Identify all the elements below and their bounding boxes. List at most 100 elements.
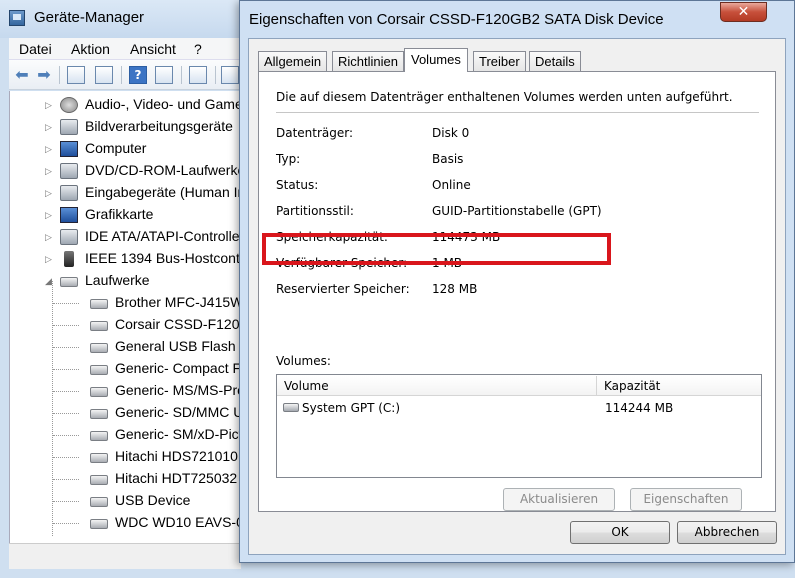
tree-item[interactable]: Generic- Compact Flash [10,358,241,380]
tree-item[interactable]: ▷ Eingabegeräte (Human Interface Devices) [10,182,241,204]
tree-expand-icon[interactable]: ▷ [45,165,55,177]
tree-item-label: DVD/CD-ROM-Laufwerke [85,162,241,178]
tree-item[interactable]: ▷ IEEE 1394 Bus-Hostcontroller [10,248,241,270]
tree-expand-icon[interactable]: ▷ [45,187,55,199]
close-button[interactable]: ✕ [720,2,767,22]
toolbar-separator [59,66,60,84]
tree-connector [53,413,79,414]
tree-item[interactable]: ▷ Bildverarbeitungsgeräte [10,116,241,138]
computer-icon [60,141,78,157]
tree-item[interactable]: Brother MFC-J415W [10,292,241,314]
tree-item-label: IDE ATA/ATAPI-Controller [85,228,241,244]
dialog-client: Allgemein Richtlinien Volumes Treiber De… [248,38,786,555]
menu-help[interactable]: ? [194,41,202,57]
toolbar-separator [215,66,216,84]
label-status: Status: [276,178,319,192]
value-datentraeger: Disk 0 [432,126,470,140]
refresh-button[interactable]: Aktualisieren [503,488,615,511]
tree-item-label: Generic- SD/MMC USB [115,404,241,420]
disk-drive-icon [90,497,108,507]
disk-drive-icon [60,277,78,287]
scan-icon[interactable] [95,66,113,84]
tree-item-label: Audio-, Video- und Gamecontroller [85,96,241,112]
tree-expand-icon[interactable]: ▷ [45,143,55,155]
tree-item[interactable]: Generic- SD/MMC USB [10,402,241,424]
tab-allgemein[interactable]: Allgemein [258,51,328,71]
ok-button[interactable]: OK [570,521,670,544]
tree-connector [53,501,79,502]
volume-capacity[interactable]: 114244 MB [605,398,673,418]
tree-item-label: IEEE 1394 Bus-Hostcontroller [85,250,241,266]
tab-volumes[interactable]: Volumes [404,48,468,72]
display-adapter-icon [60,207,78,223]
tree-item-label: Hitachi HDS721010 [115,448,238,464]
tree-expand-icon[interactable]: ▷ [45,121,55,133]
volume-properties-button[interactable]: Eigenschaften [630,488,742,511]
tree-item[interactable]: Hitachi HDT725032 [10,468,241,490]
properties-icon[interactable] [67,66,85,84]
tree-item-label: General USB Flash Disk [115,338,241,354]
dialog-titlebar[interactable]: Eigenschaften von Corsair CSSD-F120GB2 S… [240,1,794,39]
tree-item[interactable]: ▷ DVD/CD-ROM-Laufwerke [10,160,241,182]
help-icon[interactable]: ? [129,66,147,84]
device-tree[interactable]: ▷ Audio-, Video- und Gamecontroller ▷ Bildv… [9,91,241,543]
partition-style-highlight [262,233,611,265]
tree-expand-icon[interactable]: ▷ [45,253,55,265]
menu-datei[interactable]: Datei [19,41,52,57]
tree-item-label: WDC WD10 EAVS-00 [115,514,241,530]
disk-drive-icon [90,475,108,485]
tree-item[interactable]: Generic- SM/xD-Picture [10,424,241,446]
value-status: Online [432,178,471,192]
tree-item[interactable]: USB Device [10,490,241,512]
column-header-capacity[interactable]: Kapazität [597,376,761,396]
tree-collapse-icon[interactable]: ◢ [45,275,55,287]
disk-drive-icon [90,299,108,309]
disk-drive-icon [90,365,108,375]
tree-item[interactable]: Generic- MS/MS-Pro [10,380,241,402]
tree-item-label: Computer [85,140,147,156]
menu-ansicht[interactable]: Ansicht [130,41,176,57]
tree-item-label: Grafikkarte [85,206,154,222]
back-arrow-icon[interactable]: ⬅ [13,66,31,84]
volume-name[interactable]: System GPT (C:) [302,398,400,418]
tree-item-label: Generic- SM/xD-Picture [115,426,241,442]
value-partitionsstil: GUID-Partitionstabelle (GPT) [432,204,602,218]
tree-expand-icon[interactable]: ▷ [45,231,55,243]
menu-aktion[interactable]: Aktion [71,41,110,57]
disk-drive-icon [90,519,108,529]
devices-icon[interactable] [155,66,173,84]
tree-item[interactable]: ◢ Laufwerke [10,270,241,292]
disk-drive-icon [90,321,108,331]
forward-arrow-icon[interactable]: ➡ [35,66,53,84]
tree-item-label: Eingabegeräte (Human Interface Devices) [85,184,241,200]
tab-richtlinien[interactable]: Richtlinien [332,51,404,71]
tree-connector [53,523,79,524]
tree-item[interactable]: ▷ IDE ATA/ATAPI-Controller [10,226,241,248]
tab-details[interactable]: Details [529,51,581,71]
tree-connector [53,479,79,480]
tree-expand-icon[interactable]: ▷ [45,209,55,221]
dvd-drive-icon [60,163,78,179]
device-manager-title: Geräte-Manager [34,9,145,26]
update-driver-icon[interactable] [221,66,239,84]
tree-connector [53,347,79,348]
tree-item[interactable]: ▷ Computer [10,138,241,160]
tree-item[interactable]: ▷ Audio-, Video- und Gamecontroller [10,94,241,116]
tree-item[interactable]: ▷ Grafikkarte [10,204,241,226]
tab-treiber[interactable]: Treiber [473,51,526,71]
volumes-list[interactable]: Volume Kapazität System GPT (C:) 114244 … [276,374,762,478]
value-typ: Basis [432,152,464,166]
column-header-volume[interactable]: Volume [277,376,597,396]
tree-expand-icon[interactable]: ▷ [45,99,55,111]
tree-item-label: Hitachi HDT725032 [115,470,238,486]
tree-item[interactable]: WDC WD10 EAVS-00 [10,512,241,534]
speaker-icon [60,97,78,113]
scan-hardware-icon[interactable] [189,66,207,84]
tree-item[interactable]: Hitachi HDS721010 [10,446,241,468]
cancel-button[interactable]: Abbrechen [677,521,777,544]
volumes-description: Die auf diesem Datenträger enthaltenen V… [276,90,733,104]
label-reservierter-speicher: Reservierter Speicher: [276,282,410,296]
tree-item[interactable]: Corsair CSSD-F120GB2 [10,314,241,336]
label-partitionsstil: Partitionsstil: [276,204,354,218]
tree-item[interactable]: General USB Flash Disk [10,336,241,358]
